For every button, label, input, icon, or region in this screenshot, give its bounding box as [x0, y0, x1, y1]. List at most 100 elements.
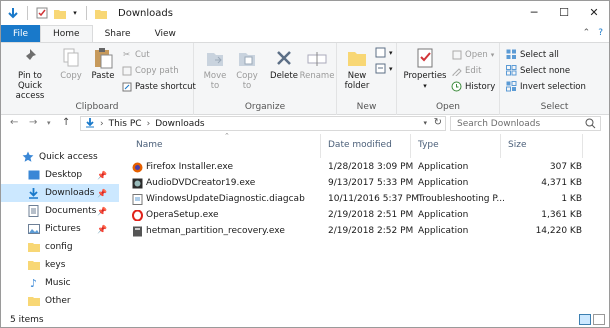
file-date: 9/13/2017 5:33 PM	[328, 178, 414, 188]
qat-dropdown-icon[interactable]: ▾	[71, 6, 79, 20]
breadcrumb-this-pc[interactable]: This PC	[109, 119, 142, 129]
open-button[interactable]: Open ▾	[451, 49, 494, 60]
details-view-icon[interactable]	[579, 314, 591, 325]
address-bar[interactable]: › This PC › Downloads ▾ ↻	[80, 116, 446, 131]
file-size: 4,371 KB	[541, 178, 582, 188]
breadcrumb-chevron-icon[interactable]: ›	[147, 119, 151, 129]
column-header-date[interactable]: Date modified	[328, 132, 392, 158]
copy-button[interactable]: Copy	[57, 47, 85, 81]
search-box[interactable]: Search Downloads	[450, 116, 601, 131]
documents-icon	[27, 205, 40, 217]
delete-button[interactable]: Delete	[270, 47, 298, 81]
up-arrow-icon[interactable]: ↑	[62, 117, 70, 128]
maximize-icon[interactable]: ☐	[549, 1, 579, 23]
nav-item-desktop[interactable]: Desktop 📌	[1, 166, 119, 184]
select-all-button[interactable]: Select all	[506, 49, 559, 60]
nav-item-pictures[interactable]: Pictures 📌	[1, 220, 119, 238]
move-to-button[interactable]: Move to	[200, 47, 230, 91]
scissors-icon: ✂	[122, 49, 131, 60]
column-header-type[interactable]: Type	[418, 132, 439, 158]
nav-item-keys[interactable]: keys	[1, 256, 119, 274]
breadcrumb-downloads[interactable]: Downloads	[155, 119, 204, 129]
download-arrow-icon[interactable]	[6, 6, 20, 20]
table-row[interactable]: AudioDVDCreator19.exe 9/13/2017 5:33 PM …	[126, 176, 606, 192]
file-name: AudioDVDCreator19.exe	[146, 178, 256, 188]
address-dropdown-icon[interactable]: ▾	[423, 119, 427, 127]
paste-shortcut-button[interactable]: Paste shortcut	[121, 81, 196, 92]
table-row[interactable]: WindowsUpdateDiagnostic.diagcab 10/11/20…	[126, 192, 606, 208]
close-icon[interactable]: ✕	[579, 1, 609, 23]
help-icon[interactable]: ?	[598, 28, 603, 38]
nav-item-quick-access[interactable]: Quick access	[1, 148, 119, 166]
tab-view[interactable]: View	[143, 25, 188, 42]
select-group: Select all Select none Invert selection …	[500, 43, 609, 115]
new-item-button[interactable]: ▾	[375, 47, 393, 58]
copy-to-button[interactable]: Copy to	[232, 47, 262, 91]
organize-group-label: Organize	[244, 102, 286, 112]
new-folder-button[interactable]: New folder	[341, 47, 373, 91]
minimize-icon[interactable]: ─	[519, 1, 549, 23]
nav-item-downloads[interactable]: Downloads 📌	[1, 184, 119, 202]
status-bar: 5 items	[1, 312, 609, 328]
column-divider[interactable]	[500, 134, 501, 158]
recent-locations-icon[interactable]: ▾	[47, 119, 51, 127]
pictures-icon	[27, 223, 40, 235]
pin-icon[interactable]: 📌	[97, 225, 107, 234]
properties-button[interactable]: Properties ▾	[403, 47, 447, 91]
cut-button[interactable]: ✂ Cut	[121, 49, 150, 60]
hetman-recovery-icon	[133, 226, 142, 237]
nav-item-other[interactable]: Other	[1, 292, 119, 310]
tab-file[interactable]: File	[1, 25, 40, 42]
invert-selection-label: Invert selection	[520, 81, 586, 92]
forward-arrow-icon[interactable]: →	[29, 117, 37, 128]
column-divider[interactable]	[410, 134, 411, 158]
window-controls: ─ ☐ ✕	[519, 1, 609, 23]
column-divider[interactable]	[320, 134, 321, 158]
column-divider[interactable]	[582, 134, 583, 158]
desktop-icon	[27, 169, 40, 181]
select-none-button[interactable]: Select none	[506, 65, 570, 76]
properties-dropdown-icon[interactable]: ▾	[423, 81, 427, 91]
new-folder-label: New folder	[344, 71, 370, 91]
new-item-icon	[375, 47, 386, 58]
file-size: 307 KB	[549, 162, 582, 172]
easy-access-button[interactable]: ▾	[375, 63, 393, 74]
rename-button[interactable]: Rename	[300, 47, 334, 81]
column-header-size[interactable]: Size	[508, 132, 526, 158]
select-all-icon	[506, 49, 517, 60]
open-group: Properties ▾ Open ▾ Edit History Open	[397, 43, 500, 115]
quick-access-toolbar: ▾ Downloads	[1, 6, 173, 20]
nav-item-music[interactable]: ♪ Music	[1, 274, 119, 292]
invert-selection-button[interactable]: Invert selection	[506, 81, 586, 92]
file-name: WindowsUpdateDiagnostic.diagcab	[146, 194, 305, 204]
nav-item-config[interactable]: config	[1, 238, 119, 256]
table-row[interactable]: OperaSetup.exe 2/19/2018 2:51 PM Applica…	[126, 208, 606, 224]
breadcrumb-chevron-icon[interactable]: ›	[100, 119, 104, 129]
back-arrow-icon[interactable]: ←	[10, 117, 18, 128]
table-row[interactable]: Firefox Installer.exe 1/28/2018 3:09 PM …	[126, 160, 606, 176]
pin-icon[interactable]: 📌	[97, 171, 107, 180]
pin-icon[interactable]: 📌	[97, 207, 107, 216]
move-to-label: Move to	[203, 71, 227, 91]
copy-path-button[interactable]: Copy path	[121, 65, 179, 76]
column-header-name[interactable]: Name	[136, 132, 163, 158]
file-date: 2/19/2018 2:52 PM	[328, 226, 414, 236]
edit-button[interactable]: Edit	[451, 65, 481, 76]
pin-icon[interactable]: 📌	[97, 189, 107, 198]
file-name: OperaSetup.exe	[146, 210, 219, 220]
history-button[interactable]: History	[451, 81, 495, 92]
large-icons-view-icon[interactable]	[593, 314, 605, 325]
pin-quick-access-button[interactable]: Pin to Quick access	[5, 47, 55, 101]
address-row: ← → ▾ ↑ › This PC › Downloads ▾ ↻ Search…	[1, 115, 609, 132]
file-size: 14,220 KB	[535, 226, 582, 236]
tab-home[interactable]: Home	[40, 25, 93, 42]
tab-share[interactable]: Share	[93, 25, 143, 42]
pin-icon	[19, 47, 41, 69]
refresh-icon[interactable]: ↻	[434, 117, 442, 128]
nav-item-documents[interactable]: Documents 📌	[1, 202, 119, 220]
paste-button[interactable]: Paste	[89, 47, 117, 81]
properties-check-icon[interactable]	[35, 6, 49, 20]
collapse-ribbon-icon[interactable]: ⌃	[583, 28, 591, 38]
table-row[interactable]: hetman_partition_recovery.exe 2/19/2018 …	[126, 224, 606, 240]
new-folder-icon[interactable]	[53, 6, 67, 20]
